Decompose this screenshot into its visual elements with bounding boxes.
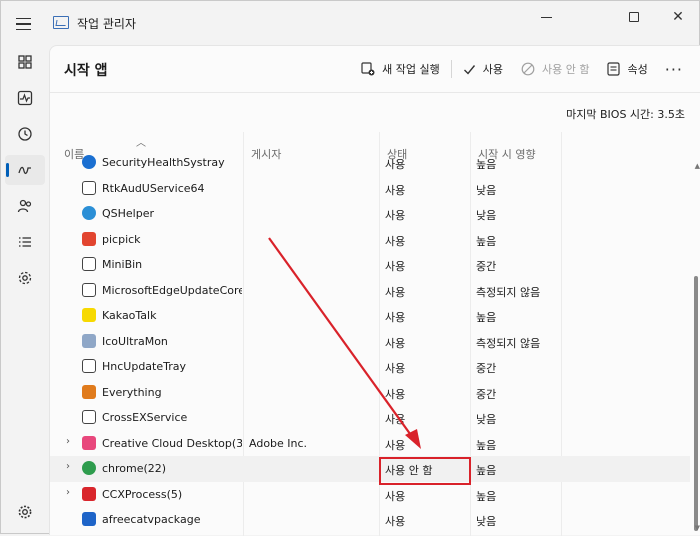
- task-manager-window: 작업 관리자 ✕ 시작 앱 새 작업 실행 사용 사용 안 함 속성 ··· 마…: [0, 0, 700, 536]
- annotation-highlight-box: [379, 457, 471, 485]
- annotation-arrow: [268, 237, 421, 449]
